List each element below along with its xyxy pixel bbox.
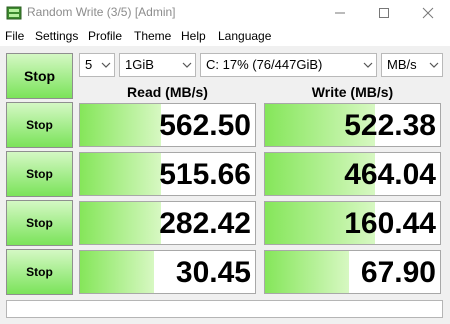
menu-profile[interactable]: Profile [88, 29, 122, 43]
menu-file[interactable]: File [5, 29, 24, 43]
read-value: 30.45 [175, 256, 251, 289]
maximize-icon [379, 8, 389, 18]
test-size-value: 1GiB [125, 57, 154, 72]
test-count-value: 5 [85, 57, 93, 72]
menu-help[interactable]: Help [181, 29, 206, 43]
menu-theme[interactable]: Theme [134, 29, 171, 43]
app-icon [6, 6, 22, 20]
unit-select[interactable]: MB/s [381, 53, 443, 77]
close-button[interactable] [406, 0, 450, 26]
read-result-row-3: 282.42 [79, 201, 256, 245]
stop-button-row-1[interactable]: Stop [6, 102, 73, 148]
drive-select[interactable]: C: 17% (76/447GiB) [200, 53, 377, 77]
read-result-row-1: 562.50 [79, 103, 256, 147]
minimize-icon [335, 12, 345, 14]
read-value: 562.50 [159, 109, 251, 142]
stop-all-button[interactable]: Stop [6, 53, 73, 99]
stop-button-row-4[interactable]: Stop [6, 249, 73, 295]
chevron-down-icon [363, 62, 373, 68]
chevron-down-icon [182, 62, 192, 68]
write-result-row-3: 160.44 [264, 201, 441, 245]
write-result-row-4: 67.90 [264, 250, 441, 294]
read-value: 282.42 [159, 207, 251, 240]
unit-value: MB/s [387, 57, 417, 72]
read-result-row-2: 515.66 [79, 152, 256, 196]
menu-language[interactable]: Language [218, 29, 271, 43]
read-progress-bar [80, 251, 154, 293]
test-count-select[interactable]: 5 [79, 53, 115, 77]
title-bar: Random Write (3/5) [Admin] [0, 0, 450, 26]
write-value: 464.04 [344, 158, 436, 191]
close-icon [422, 7, 434, 19]
write-result-row-1: 522.38 [264, 103, 441, 147]
write-header: Write (MB/s) [311, 84, 394, 100]
menu-settings[interactable]: Settings [35, 29, 78, 43]
write-progress-bar [265, 251, 349, 293]
stop-button-row-2[interactable]: Stop [6, 151, 73, 197]
comment-field[interactable] [6, 300, 443, 318]
write-value: 67.90 [360, 256, 436, 289]
chevron-down-icon [101, 62, 111, 68]
chevron-down-icon [429, 62, 439, 68]
stop-button-row-3[interactable]: Stop [6, 200, 73, 246]
minimize-button[interactable] [318, 0, 362, 26]
write-value: 160.44 [344, 207, 436, 240]
read-progress-bar [80, 104, 161, 146]
read-value: 515.66 [159, 158, 251, 191]
read-progress-bar [80, 153, 161, 195]
test-size-select[interactable]: 1GiB [119, 53, 196, 77]
write-result-row-2: 464.04 [264, 152, 441, 196]
maximize-button[interactable] [362, 0, 406, 26]
window-title: Random Write (3/5) [Admin] [27, 5, 176, 19]
read-progress-bar [80, 202, 161, 244]
read-header: Read (MB/s) [127, 84, 208, 100]
write-value: 522.38 [344, 109, 436, 142]
drive-value: C: 17% (76/447GiB) [206, 57, 323, 72]
read-result-row-4: 30.45 [79, 250, 256, 294]
menu-bar: File Settings Profile Theme Help Languag… [0, 26, 450, 46]
